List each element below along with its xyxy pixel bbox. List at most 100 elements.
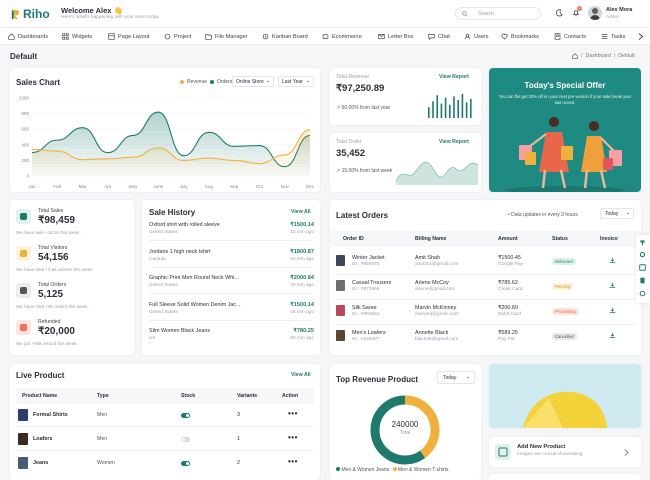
nav-bookmarks[interactable]: Bookmarks bbox=[501, 28, 539, 45]
user-name[interactable]: Alex Mora bbox=[606, 7, 632, 13]
order-item-name[interactable]: Men's Loafers bbox=[352, 330, 386, 336]
moon-icon[interactable] bbox=[555, 9, 563, 17]
nav-tasks[interactable]: Tasks bbox=[601, 28, 625, 45]
logo[interactable]: Riho bbox=[10, 7, 50, 21]
nav-widgets[interactable]: Widgets bbox=[62, 28, 92, 45]
nav-dashboards[interactable]: Dashboards bbox=[8, 28, 48, 45]
more-icon[interactable]: ••• bbox=[288, 433, 298, 442]
more-icon[interactable]: ••• bbox=[288, 409, 298, 418]
avatar[interactable] bbox=[588, 6, 602, 20]
sale-item-name[interactable]: Oxford shirt with rolled sleeve bbox=[149, 222, 220, 228]
sale-item-name[interactable]: Jordans 1 high neck tshirt bbox=[149, 249, 210, 255]
decorative-shape bbox=[523, 391, 607, 428]
sale-history-view-all[interactable]: View All bbox=[291, 209, 311, 215]
search-box[interactable]: Search bbox=[455, 7, 541, 20]
product-name[interactable]: Jeans bbox=[33, 460, 48, 466]
product-type: Men bbox=[97, 436, 108, 442]
gear-icon[interactable] bbox=[639, 251, 646, 258]
billing-email: black45@gmail.com bbox=[415, 337, 459, 342]
order-item-name[interactable]: Silk Saree bbox=[352, 305, 377, 311]
col-action: Action bbox=[282, 393, 299, 399]
nav-page-layout[interactable]: Page Layout bbox=[108, 28, 149, 45]
nav-users[interactable]: Users bbox=[464, 28, 489, 45]
divider bbox=[336, 324, 636, 325]
sale-item-time: 45 min ago bbox=[290, 309, 314, 315]
more-icon[interactable]: ••• bbox=[288, 457, 298, 466]
product-thumbnail bbox=[336, 305, 345, 316]
period-filter[interactable]: Last Year ⌄ bbox=[278, 76, 314, 87]
stock-toggle[interactable] bbox=[181, 437, 190, 442]
download-icon[interactable] bbox=[609, 332, 616, 339]
breadcrumb-dashboard[interactable]: Dashboard bbox=[585, 53, 610, 59]
nav-ecommerce[interactable]: Ecommerce bbox=[322, 28, 362, 45]
sale-item-name[interactable]: Graphic Print Men Round Neck Whi... bbox=[149, 275, 239, 281]
order-amount: ₹1500.45 bbox=[498, 255, 521, 261]
extra-card bbox=[489, 474, 641, 480]
user-role: Admin bbox=[606, 14, 620, 19]
top-revenue-filter[interactable]: Today ⌄ bbox=[437, 371, 475, 384]
revenue-label: Total Revenue bbox=[336, 74, 370, 80]
offer-text: You can flat get 20% off on your next pr… bbox=[498, 94, 632, 105]
legend-jeans: Men & Women Jeans bbox=[341, 467, 390, 473]
spark-bar bbox=[457, 100, 459, 118]
order-item-name[interactable]: Winter Jacket bbox=[352, 255, 385, 261]
palette-icon[interactable] bbox=[639, 239, 646, 246]
offer-title: Today's Special Offer bbox=[524, 81, 606, 90]
nav-chat[interactable]: Chat bbox=[428, 28, 450, 45]
nav-kanban-board[interactable]: Kanban Board bbox=[262, 28, 308, 45]
support-icon[interactable] bbox=[639, 290, 646, 297]
order-id: ID : #894561 bbox=[352, 312, 380, 317]
spark-bar bbox=[436, 95, 438, 118]
orders-filter[interactable]: Today ⌄ bbox=[600, 208, 634, 219]
download-icon[interactable] bbox=[609, 307, 616, 314]
x-tick-label: Oct bbox=[256, 184, 264, 189]
product-thumbnail bbox=[336, 330, 345, 341]
tasks-icon bbox=[601, 34, 608, 39]
live-product-view-all[interactable]: View All bbox=[291, 372, 311, 378]
legend-orders: Orders bbox=[217, 79, 233, 85]
stat-value: ₹20,000 bbox=[38, 326, 75, 337]
download-icon[interactable] bbox=[609, 257, 616, 264]
home-icon[interactable] bbox=[572, 53, 578, 59]
download-icon[interactable] bbox=[609, 282, 616, 289]
sale-item-price: ₹1500.14 bbox=[290, 301, 314, 308]
legend-tshirts: Men & Women T-shirts bbox=[397, 467, 449, 473]
sale-item-name[interactable]: Slim Women Black Jeans bbox=[149, 328, 210, 334]
payment-method: Google Pay bbox=[498, 262, 524, 267]
billing-email: arlene@gmail.com bbox=[415, 287, 456, 292]
product-name[interactable]: Loafers bbox=[33, 436, 52, 442]
x-tick-label: July bbox=[180, 184, 189, 189]
top-revenue-card: Top Revenue Product Today ⌄ 240000 Total … bbox=[330, 364, 481, 480]
order-item-name[interactable]: Casual Trousers bbox=[352, 280, 391, 286]
col-billing-name: Billing Name bbox=[415, 236, 447, 242]
sale-item-location: Canada bbox=[149, 256, 166, 262]
stock-toggle[interactable] bbox=[181, 461, 190, 466]
document-icon[interactable] bbox=[639, 277, 646, 284]
product-name[interactable]: Formal Shirts bbox=[33, 412, 68, 418]
grid-icon[interactable] bbox=[639, 264, 646, 271]
order-label: Total Order bbox=[336, 139, 362, 145]
nav-letter-box[interactable]: Letter Box bbox=[378, 28, 414, 45]
promo-card bbox=[489, 364, 641, 428]
stat-icon-3 bbox=[16, 320, 31, 335]
product-header bbox=[16, 388, 314, 404]
x-tick-label: May bbox=[129, 184, 138, 189]
store-filter[interactable]: Online Store ⌄ bbox=[232, 76, 274, 87]
nav-project[interactable]: Project bbox=[164, 28, 191, 45]
stock-toggle[interactable] bbox=[181, 413, 190, 418]
revenue-delta: ↗ 60.00% from last year bbox=[336, 105, 391, 111]
search-input[interactable]: Search bbox=[478, 11, 494, 17]
revenue-view-report[interactable]: View Report bbox=[439, 74, 469, 80]
add-product-card[interactable]: Add New Product Images are crucial showc… bbox=[489, 437, 641, 467]
wave-icon: 👋 bbox=[113, 6, 123, 15]
chevron-right-icon[interactable] bbox=[624, 449, 629, 456]
order-view-report[interactable]: View Report bbox=[439, 139, 469, 145]
y-tick-label: 400 bbox=[21, 142, 29, 147]
latest-orders-title: Latest Orders bbox=[336, 211, 389, 220]
chevron-right-icon[interactable] bbox=[638, 33, 644, 40]
sale-item-name[interactable]: Full Sleeve Solid Women Denim Jac... bbox=[149, 302, 241, 308]
status-badge: Cancelled bbox=[552, 333, 577, 340]
nav-file-manager[interactable]: File Manager bbox=[205, 28, 248, 45]
nav-contacts[interactable]: Contacts bbox=[554, 28, 586, 45]
stat-value: 54,156 bbox=[38, 252, 69, 263]
